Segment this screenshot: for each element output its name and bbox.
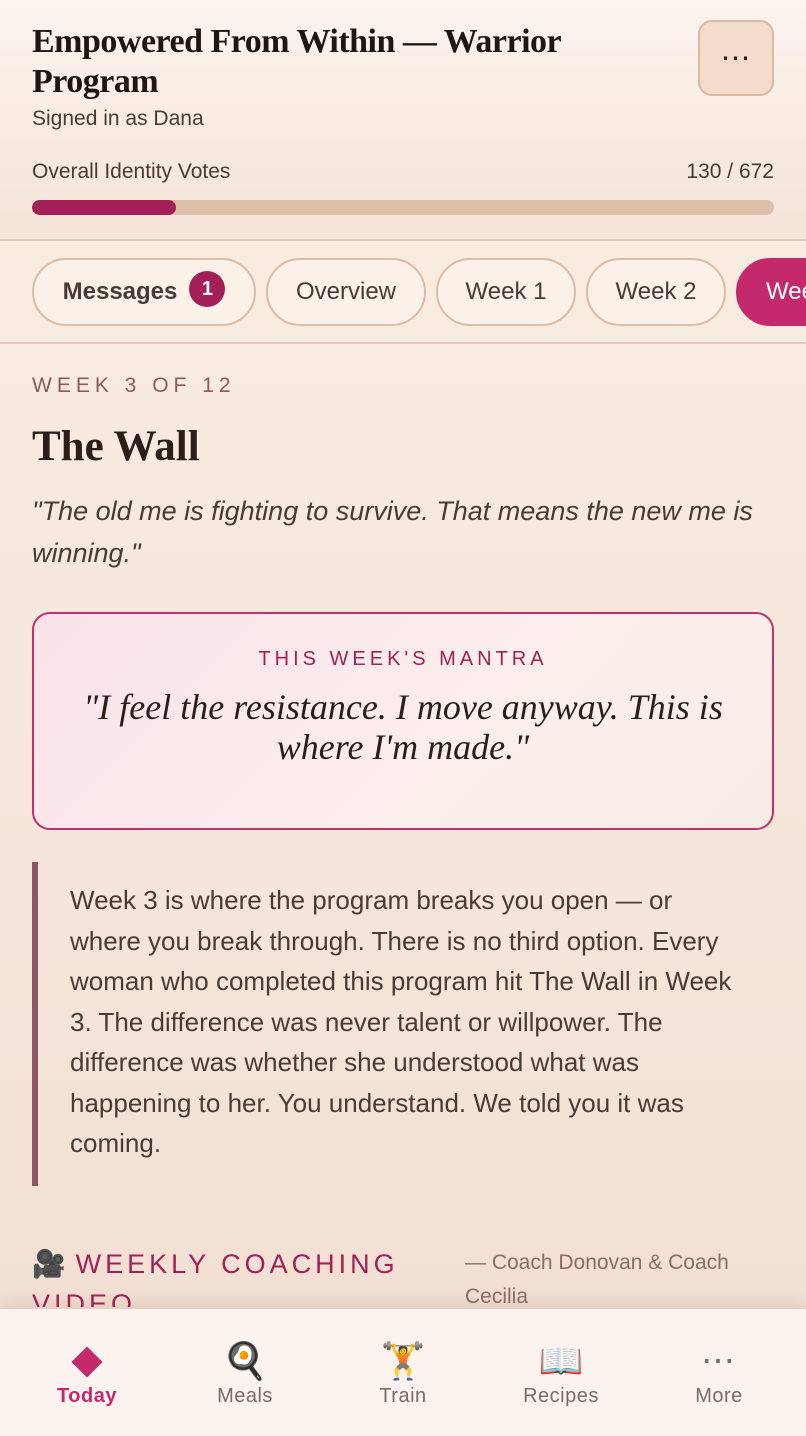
signed-in-status: Signed in as Dana: [32, 107, 204, 130]
mantra-label: THIS WEEK'S MANTRA: [258, 648, 548, 670]
frying-pan-icon: 🍳: [222, 1340, 268, 1381]
tab-label: Week 2: [615, 278, 697, 305]
coaching-video-title[interactable]: 🎥 WEEKLY COACHING VIDEO: [32, 1244, 432, 1307]
tab-week-3[interactable]: Week 3: [736, 258, 806, 326]
coaching-title-text: WEEKLY COACHING VIDEO: [32, 1249, 399, 1307]
votes-count: 130 / 672: [686, 160, 774, 183]
diamond-icon: [17, 1339, 157, 1383]
week-progress-label: WEEK 3 OF 12: [32, 374, 236, 397]
week-title: The Wall: [32, 423, 200, 470]
nav-label: Recipes: [523, 1385, 599, 1407]
tab-messages[interactable]: Messages 1: [32, 258, 256, 326]
tab-week-2[interactable]: Week 2: [586, 258, 726, 326]
tab-label: Week 3: [766, 278, 806, 305]
coaching-byline: — Coach Donovan & Coach Cecilia: [465, 1251, 729, 1307]
week-intro: Week 3 is where the program breaks you o…: [32, 862, 774, 1186]
coaching-video-section: 🎥 WEEKLY COACHING VIDEO — Coach Donovan &…: [32, 1244, 774, 1307]
votes-progress-fill: [32, 200, 176, 215]
app-title: Empowered From Within — Warrior Program: [32, 23, 561, 100]
nav-label: Today: [57, 1385, 117, 1407]
mantra-card: THIS WEEK'S MANTRA "I feel the resistanc…: [32, 612, 774, 830]
tab-label: Messages: [62, 278, 178, 305]
nav-more[interactable]: ⋯ More: [649, 1309, 789, 1436]
menu-button[interactable]: ⋯: [698, 20, 774, 96]
nav-meals[interactable]: 🍳 Meals: [175, 1309, 315, 1436]
nav-today[interactable]: Today: [17, 1309, 157, 1436]
weightlifter-icon: 🏋️: [380, 1340, 426, 1381]
nav-train[interactable]: 🏋️ Train: [333, 1309, 473, 1436]
video-camera-icon: 🎥: [32, 1249, 66, 1279]
week-tabs: Messages 1 Overview Week 1 Week 2 Week 3: [0, 241, 806, 344]
nav-label: More: [695, 1385, 743, 1407]
nav-label: Train: [379, 1385, 427, 1407]
tab-label: Overview: [295, 278, 397, 305]
nav-recipes[interactable]: 📖 Recipes: [491, 1309, 631, 1436]
votes-progress-bar: [32, 200, 774, 215]
tab-overview[interactable]: Overview: [266, 258, 426, 326]
week-quote: "The old me is fighting to survive. That…: [32, 496, 753, 568]
mantra-text: "I feel the resistance. I move anyway. T…: [83, 687, 723, 767]
messages-badge: 1: [189, 271, 226, 307]
more-options-icon: ⋯: [720, 41, 752, 75]
nav-label: Meals: [217, 1385, 273, 1407]
tab-week-1[interactable]: Week 1: [436, 258, 576, 326]
bottom-navigation: Today 🍳 Meals 🏋️ Train 📖 Recipes ⋯ More: [0, 1307, 806, 1436]
app-header: Empowered From Within — Warrior Program …: [0, 0, 806, 241]
open-book-icon: 📖: [538, 1340, 584, 1381]
tab-label: Week 1: [465, 278, 547, 305]
votes-label: Overall Identity Votes: [32, 160, 231, 183]
more-dots-icon: ⋯: [701, 1342, 737, 1380]
week-content: WEEK 3 OF 12 The Wall "The old me is fig…: [0, 344, 806, 1307]
